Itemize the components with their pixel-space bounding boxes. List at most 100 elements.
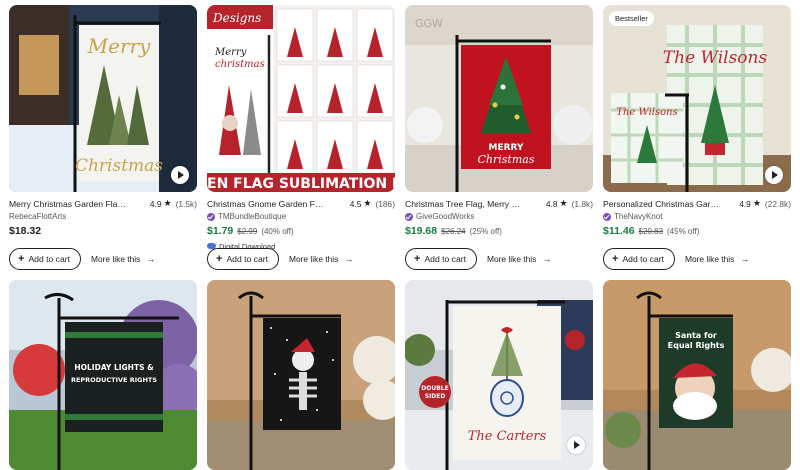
price-row: $11.46 $20.83 (45% off) (603, 225, 791, 239)
discount-percent: (45% off) (667, 227, 700, 236)
flag-text-name-small: The Wilsons (616, 107, 677, 118)
listing-image[interactable]: HOLIDAY LIGHTS & REPRODUCTIVE RIGHTS (9, 280, 197, 470)
gnome-sublimation-bundle-image: Designs Merry christmas EN FLAG SUBLIMAT… (207, 5, 395, 192)
original-price: $2.99 (237, 227, 258, 236)
star-seller-icon (405, 212, 413, 221)
play-video-icon[interactable] (765, 166, 783, 184)
add-to-cart-button[interactable]: + Add to cart (9, 248, 81, 270)
shop-name[interactable]: RebecaFlottArts (9, 212, 66, 221)
listing-rating: 4.5 ★ (186) (350, 198, 395, 209)
plus-icon: + (414, 252, 421, 265)
price-row: $18.32 (9, 225, 197, 239)
rating-value: 4.9 (149, 198, 162, 209)
add-to-cart-label: Add to cart (622, 254, 664, 264)
flag-text-christmas: Christmas (478, 153, 535, 166)
personalized-vase-flag-image: The Carters DOUBLE SIDED (405, 280, 593, 470)
more-like-this-link[interactable]: More like this → (685, 254, 749, 264)
plus-icon: + (216, 252, 223, 265)
review-count: (1.5k) (175, 198, 197, 209)
rating-value: 4.8 (545, 198, 558, 209)
listing-card[interactable]: HOLIDAY LIGHTS & REPRODUCTIVE RIGHTS (9, 280, 197, 470)
add-to-cart-button[interactable]: + Add to cart (603, 248, 675, 270)
shop-name[interactable]: GiveGoodWorks (416, 212, 475, 221)
listing-image[interactable]: Santa for Equal Rights (603, 280, 791, 470)
flag-text-name-large: The Wilsons (663, 48, 768, 68)
review-count: (186) (375, 198, 395, 209)
shop-name[interactable]: TMBundleBoutique (218, 212, 286, 221)
listing-image[interactable]: GGW MERRY Christmas (405, 5, 593, 192)
card-actions: + Add to cart More like this → (405, 248, 551, 270)
listing-image[interactable] (207, 280, 395, 470)
flag-text-christmas: Christmas (75, 156, 163, 176)
bundle-banner-text: EN FLAG SUBLIMATION BU (207, 176, 395, 192)
sale-price: $11.46 (603, 225, 635, 237)
gnome-flag-text-2: christmas (215, 59, 265, 70)
price-row: $19.68 $26.24 (25% off) (405, 225, 593, 239)
designs-label: Designs (212, 11, 261, 25)
sale-price: $1.79 (207, 225, 234, 237)
star-icon: ★ (752, 198, 761, 208)
bestseller-badge: Bestseller (609, 11, 654, 26)
listing-image[interactable]: The Carters DOUBLE SIDED (405, 280, 593, 470)
flag-text-line-1: Santa for (675, 331, 717, 340)
shop-watermark: GGW (415, 17, 443, 30)
play-video-icon[interactable] (171, 166, 189, 184)
add-to-cart-label: Add to cart (226, 254, 268, 264)
original-price: $20.83 (638, 227, 664, 236)
card-actions: + Add to cart More like this → (207, 248, 353, 270)
card-actions: + Add to cart More like this → (603, 248, 749, 270)
add-to-cart-button[interactable]: + Add to cart (405, 248, 477, 270)
snowy-house-flag-image: Merry Christmas (9, 5, 197, 192)
shop-name-row: TheNavyKnot (603, 211, 791, 222)
shop-name-row: GiveGoodWorks (405, 211, 593, 222)
flag-text-line-1: HOLIDAY LIGHTS & (74, 363, 154, 372)
plus-icon: + (612, 252, 619, 265)
listing-card[interactable]: GGW MERRY Christmas Christmas Tree Flag,… (405, 5, 593, 270)
flag-text-merry: Merry (87, 34, 151, 58)
price-row: $1.79 $2.99 (40% off) (207, 225, 395, 239)
listing-title[interactable]: Christmas Tree Flag, Merry Chri... (405, 199, 523, 209)
red-christmas-tree-flag-image: GGW MERRY Christmas (405, 5, 593, 192)
listing-title[interactable]: Merry Christmas Garden Flag-C... (9, 199, 127, 209)
sale-price: $19.68 (405, 225, 438, 237)
more-like-this-label: More like this (289, 254, 339, 264)
star-icon: ★ (559, 198, 568, 208)
listing-card[interactable]: The Carters DOUBLE SIDED (405, 280, 593, 470)
play-video-icon[interactable] (567, 436, 585, 454)
add-to-cart-label: Add to cart (28, 254, 70, 264)
flag-text-name: The Carters (468, 429, 547, 444)
star-seller-icon (603, 212, 611, 221)
listing-card[interactable]: Designs Merry christmas EN FLAG SUBLIMAT… (207, 5, 395, 270)
listing-card[interactable]: Merry Christmas Merry Christmas Garden F… (9, 5, 197, 270)
price: $18.32 (9, 225, 42, 237)
listing-card[interactable]: The Wilsons The Wilsons Bestseller Perso… (603, 5, 791, 270)
more-like-this-link[interactable]: More like this → (487, 254, 551, 264)
flag-text-merry: MERRY (489, 143, 524, 153)
more-like-this-label: More like this (487, 254, 537, 264)
listing-card[interactable] (207, 280, 395, 470)
arrow-right-icon: → (542, 254, 552, 264)
star-seller-icon (207, 212, 215, 221)
add-to-cart-label: Add to cart (424, 254, 466, 264)
more-like-this-link[interactable]: More like this → (91, 254, 155, 264)
listing-image[interactable]: Designs Merry christmas EN FLAG SUBLIMAT… (207, 5, 395, 192)
review-count: (22.8k) (764, 198, 791, 209)
listing-card[interactable]: Santa for Equal Rights (603, 280, 791, 470)
shop-name[interactable]: TheNavyKnot (614, 212, 662, 221)
listing-image[interactable]: The Wilsons The Wilsons Bestseller (603, 5, 791, 192)
discount-percent: (40% off) (261, 227, 294, 236)
ugly-sweater-flag-image: HOLIDAY LIGHTS & REPRODUCTIVE RIGHTS (9, 280, 197, 470)
more-like-this-link[interactable]: More like this → (289, 254, 353, 264)
listing-title[interactable]: Christmas Gnome Garden Flag B... (207, 199, 325, 209)
listing-rating: 4.8 ★ (1.8k) (546, 198, 593, 209)
listing-rating: 4.9 ★ (22.8k) (739, 198, 791, 209)
shop-name-row: TMBundleBoutique (207, 211, 395, 222)
plus-icon: + (18, 252, 25, 265)
card-actions: + Add to cart More like this → (9, 248, 155, 270)
add-to-cart-button[interactable]: + Add to cart (207, 248, 279, 270)
personalized-plaid-flag-image: The Wilsons The Wilsons (603, 5, 791, 192)
listing-title[interactable]: Personalized Christmas Garden ... (603, 199, 721, 209)
listing-image[interactable]: Merry Christmas (9, 5, 197, 192)
discount-percent: (25% off) (469, 227, 502, 236)
more-like-this-label: More like this (91, 254, 141, 264)
